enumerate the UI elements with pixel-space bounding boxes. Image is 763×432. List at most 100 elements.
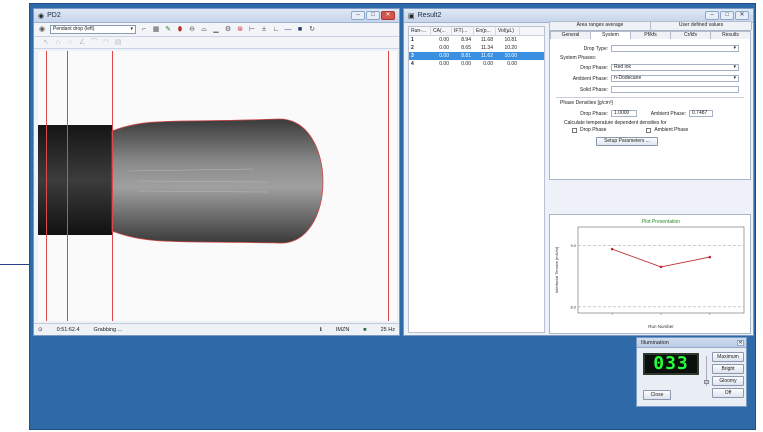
table-cell-ca: 0.00 <box>439 53 449 59</box>
record-icon: ■ <box>363 326 367 333</box>
sessile-icon[interactable]: ◠ <box>102 39 110 47</box>
results-minimize-button[interactable]: – <box>705 11 719 20</box>
angle-icon[interactable]: ∠ <box>78 39 86 47</box>
maximum-button[interactable]: Maximum <box>712 352 744 362</box>
table-cell-ift: 8.81 <box>461 53 471 59</box>
table-cell-en: 11.34 <box>480 45 493 51</box>
table-cell-vol: 10.20 <box>504 45 517 51</box>
results-window: ▣ Result2 – □ ✕ Run-... CA(... IFT(... E… <box>403 8 754 336</box>
results-table-header: Run-... CA(... IFT(... En(p... Vol(µL) <box>409 27 544 36</box>
col-run[interactable]: Run-... <box>409 27 431 35</box>
chevron-down-icon: ▾ <box>733 64 736 70</box>
table-row[interactable]: 4 0.00 0.00 0.00 0.00 <box>409 60 544 68</box>
drop-phase-label: Drop Phase: <box>580 64 608 71</box>
y-tick-label: 9.0 <box>570 243 576 248</box>
table-row[interactable]: 2 0.00 8.65 11.34 10.20 <box>409 44 544 52</box>
illumination-display: 033 <box>643 353 699 375</box>
col-en[interactable]: En(p... <box>474 27 496 35</box>
setup-parameters-button[interactable]: Setup Parameters ... <box>596 137 658 146</box>
drop-phase-select[interactable]: Red ink ▾ <box>611 64 739 71</box>
tab-system[interactable]: System <box>590 31 631 39</box>
plot-area <box>577 226 745 314</box>
settings-icon[interactable]: ⚙ <box>224 26 232 34</box>
table-row[interactable]: 1 0.00 8.94 11.68 10.81 <box>409 36 544 44</box>
zoom-icon[interactable]: ± <box>260 26 268 34</box>
camera-view[interactable] <box>38 51 397 321</box>
col-ca[interactable]: CA(... <box>431 27 452 35</box>
off-button[interactable]: Off <box>712 388 744 398</box>
tab-results[interactable]: Results <box>710 31 751 39</box>
solid-phase-select[interactable] <box>611 86 739 93</box>
refresh-icon[interactable]: ↻ <box>308 26 316 34</box>
needle-icon[interactable]: ∩ <box>54 39 62 47</box>
syringe-icon[interactable]: ✎ <box>164 26 172 34</box>
tab-crkfs[interactable]: Cr/kfs <box>670 31 711 39</box>
ruler-icon[interactable]: ⌐ <box>140 26 148 34</box>
info-icon: ℹ <box>319 326 322 333</box>
camera-window-titlebar[interactable]: ◉ PD2 – □ ✕ <box>34 9 399 23</box>
level-icon[interactable]: ▁ <box>212 26 220 34</box>
app-icon: ◉ <box>38 12 45 20</box>
cap-icon[interactable]: ⌒ <box>90 39 98 47</box>
results-maximize-button[interactable]: □ <box>720 11 734 20</box>
divider <box>556 97 744 98</box>
plot-presentation[interactable]: Plot Presentation Run Number Interfacial T… <box>549 214 751 334</box>
col-vol[interactable]: Vol(µL) <box>496 27 520 35</box>
table-cell-en: 11.68 <box>480 37 493 43</box>
tab-general[interactable]: General <box>550 31 591 39</box>
contour-icon[interactable]: ⌓ <box>200 26 208 34</box>
clock-icon: ⊙ <box>38 326 43 333</box>
dash-icon[interactable]: — <box>284 26 292 34</box>
slider-thumb[interactable] <box>704 380 709 384</box>
illumination-close-icon[interactable]: ✕ <box>737 340 744 346</box>
illumination-close-button[interactable]: Close <box>643 390 671 400</box>
status-time: 0:51:62.4 <box>56 326 80 333</box>
mode-select[interactable]: Pendant drop (left) ▾ <box>50 25 136 34</box>
ambient-phase-checkbox[interactable] <box>646 127 652 133</box>
save-icon[interactable]: ■ <box>296 26 304 34</box>
plot-title: Plot Presentation <box>642 219 680 225</box>
line-icon[interactable]: ∟ <box>272 26 280 34</box>
bright-button[interactable]: Bright <box>712 364 744 374</box>
solid-phase-label: Solid Phase: <box>579 86 608 93</box>
drop-density-input[interactable]: 1.0000 <box>611 110 637 117</box>
minimize-button[interactable]: – <box>351 11 365 20</box>
data-point <box>610 247 614 251</box>
drop-phase-checkbox[interactable] <box>572 127 577 133</box>
illumination-title: Illumination <box>641 340 669 346</box>
stage-icon[interactable]: ▤ <box>114 39 122 47</box>
results-icon: ▣ <box>408 12 415 20</box>
target-icon[interactable]: ⊛ <box>236 26 244 34</box>
table-cell-ift: 0.00 <box>461 61 471 67</box>
results-window-title: Result2 <box>417 12 442 19</box>
plot-svg: Plot Presentation Run Number Interfacial T… <box>554 219 745 329</box>
maximize-button[interactable]: □ <box>366 11 380 20</box>
drop-icon[interactable]: ⬮ <box>176 26 184 34</box>
drop-type-select[interactable]: ▾ <box>611 45 739 52</box>
table-cell-ift: 8.94 <box>461 37 471 43</box>
illumination-slider[interactable] <box>704 356 709 386</box>
ambient-phase-select[interactable]: n-Dodecane ▾ <box>611 75 739 82</box>
table-cell-en: 11.62 <box>480 53 493 59</box>
ellipse-icon[interactable]: ○ <box>66 39 74 47</box>
gloomy-button[interactable]: Gloomy <box>712 376 744 386</box>
arrow-icon[interactable]: ↖ <box>42 39 50 47</box>
table-row[interactable]: 3 0.00 8.81 11.62 10.00 <box>409 52 544 60</box>
ambient-density-input[interactable]: 0.7487 <box>689 110 713 117</box>
results-tabs-bottom: General System Pf/kfs Cr/kfs Results <box>550 31 751 39</box>
baseline-icon[interactable]: ⊖ <box>188 26 196 34</box>
ambient-phase-checkbox-label: Ambient Phase <box>654 127 689 133</box>
col-ift[interactable]: IFT(... <box>452 27 474 35</box>
data-point <box>659 265 663 269</box>
eye-icon[interactable]: ◉ <box>38 26 46 34</box>
ambient-density-label: Ambient Phase: <box>650 110 686 117</box>
illumination-titlebar[interactable]: Illumination ✕ <box>637 338 746 348</box>
tab-user-defined[interactable]: User defined values <box>650 21 752 30</box>
close-button[interactable]: ✕ <box>381 11 395 20</box>
grid-icon[interactable]: ▦ <box>152 26 160 34</box>
tab-area-ranges[interactable]: Area ranges average <box>549 21 651 30</box>
tab-pfkfs[interactable]: Pf/kfs <box>630 31 671 39</box>
results-close-button[interactable]: ✕ <box>735 11 749 20</box>
table-cell-run: 2 <box>411 45 414 51</box>
scale-icon[interactable]: ⊢ <box>248 26 256 34</box>
